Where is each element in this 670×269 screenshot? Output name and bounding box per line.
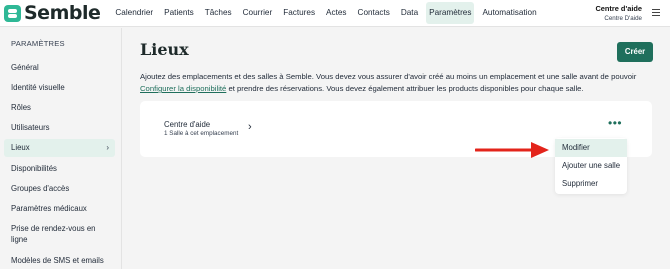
semble-logo-icon: [4, 4, 21, 22]
more-horizontal-icon[interactable]: •••: [608, 117, 622, 129]
settings-sidebar: PARAMÈTRES Général Identité visuelle Rôl…: [0, 28, 122, 269]
red-arrow-annotation: [475, 142, 549, 158]
page-title: Lieux: [140, 40, 189, 59]
sidebar-item-label: Lieux: [11, 143, 30, 152]
menu-item-supprimer[interactable]: Supprimer: [555, 175, 627, 193]
sidebar-item-groupes-acces[interactable]: Groupes d'accès: [4, 183, 115, 194]
user-account[interactable]: Centre d'aide Centre D'aide: [595, 4, 642, 22]
sidebar-item-general[interactable]: Général: [4, 62, 115, 73]
nav-item-taches[interactable]: Tâches: [202, 2, 235, 24]
intro-text: Ajoutez des emplacements et des salles à…: [140, 71, 650, 95]
create-button[interactable]: Créer: [617, 42, 653, 62]
location-name[interactable]: Centre d'aide: [164, 120, 210, 129]
user-name: Centre d'aide: [595, 4, 642, 13]
menu-item-ajouter-salle[interactable]: Ajouter une salle: [555, 157, 627, 175]
nav-item-actes[interactable]: Actes: [323, 2, 349, 24]
intro-text-end: et prendre des réservations. Vous devez …: [226, 84, 584, 93]
configure-availability-link[interactable]: Configurer la disponibilité: [140, 84, 226, 93]
nav-item-courrier[interactable]: Courrier: [240, 2, 276, 24]
nav-item-data[interactable]: Data: [398, 2, 421, 24]
location-room-count: 1 Salle à cet emplacement: [164, 130, 239, 137]
main-nav: Calendrier Patients Tâches Courrier Fact…: [112, 0, 544, 27]
nav-item-patients[interactable]: Patients: [161, 2, 197, 24]
chevron-right-icon[interactable]: ›: [248, 121, 252, 133]
sidebar-item-parametres-medicaux[interactable]: Paramètres médicaux: [4, 203, 115, 214]
menu-item-modifier[interactable]: Modifier: [555, 139, 627, 157]
user-organisation: Centre D'aide: [604, 15, 642, 22]
nav-item-parametres[interactable]: Paramètres: [426, 2, 475, 24]
nav-item-automatisation[interactable]: Automatisation: [479, 2, 539, 24]
sidebar-item-disponibilites[interactable]: Disponibilités: [4, 163, 115, 174]
intro-text-start: Ajoutez des emplacements et des salles à…: [140, 72, 637, 81]
location-actions-menu: Modifier Ajouter une salle Supprimer: [555, 138, 627, 194]
hamburger-icon[interactable]: [652, 9, 660, 16]
chevron-right-icon: ›: [106, 143, 109, 152]
nav-item-contacts[interactable]: Contacts: [355, 2, 393, 24]
brand-logo[interactable]: Semble: [4, 2, 101, 24]
sidebar-item-roles[interactable]: Rôles: [4, 102, 115, 113]
sidebar-item-prise-rendez-vous[interactable]: Prise de rendez-vous en ligne: [4, 223, 109, 245]
top-navigation-bar: Semble Calendrier Patients Tâches Courri…: [0, 0, 670, 27]
sidebar-item-identite-visuelle[interactable]: Identité visuelle: [4, 82, 115, 93]
sidebar-item-lieux[interactable]: Lieux ›: [4, 139, 115, 157]
nav-item-calendrier[interactable]: Calendrier: [112, 2, 156, 24]
sidebar-title: PARAMÈTRES: [11, 39, 65, 48]
brand-name: Semble: [24, 2, 101, 24]
sidebar-item-modeles-sms[interactable]: Modèles de SMS et emails: [4, 255, 115, 266]
sidebar-item-utilisateurs[interactable]: Utilisateurs: [4, 122, 115, 133]
nav-item-factures[interactable]: Factures: [280, 2, 318, 24]
